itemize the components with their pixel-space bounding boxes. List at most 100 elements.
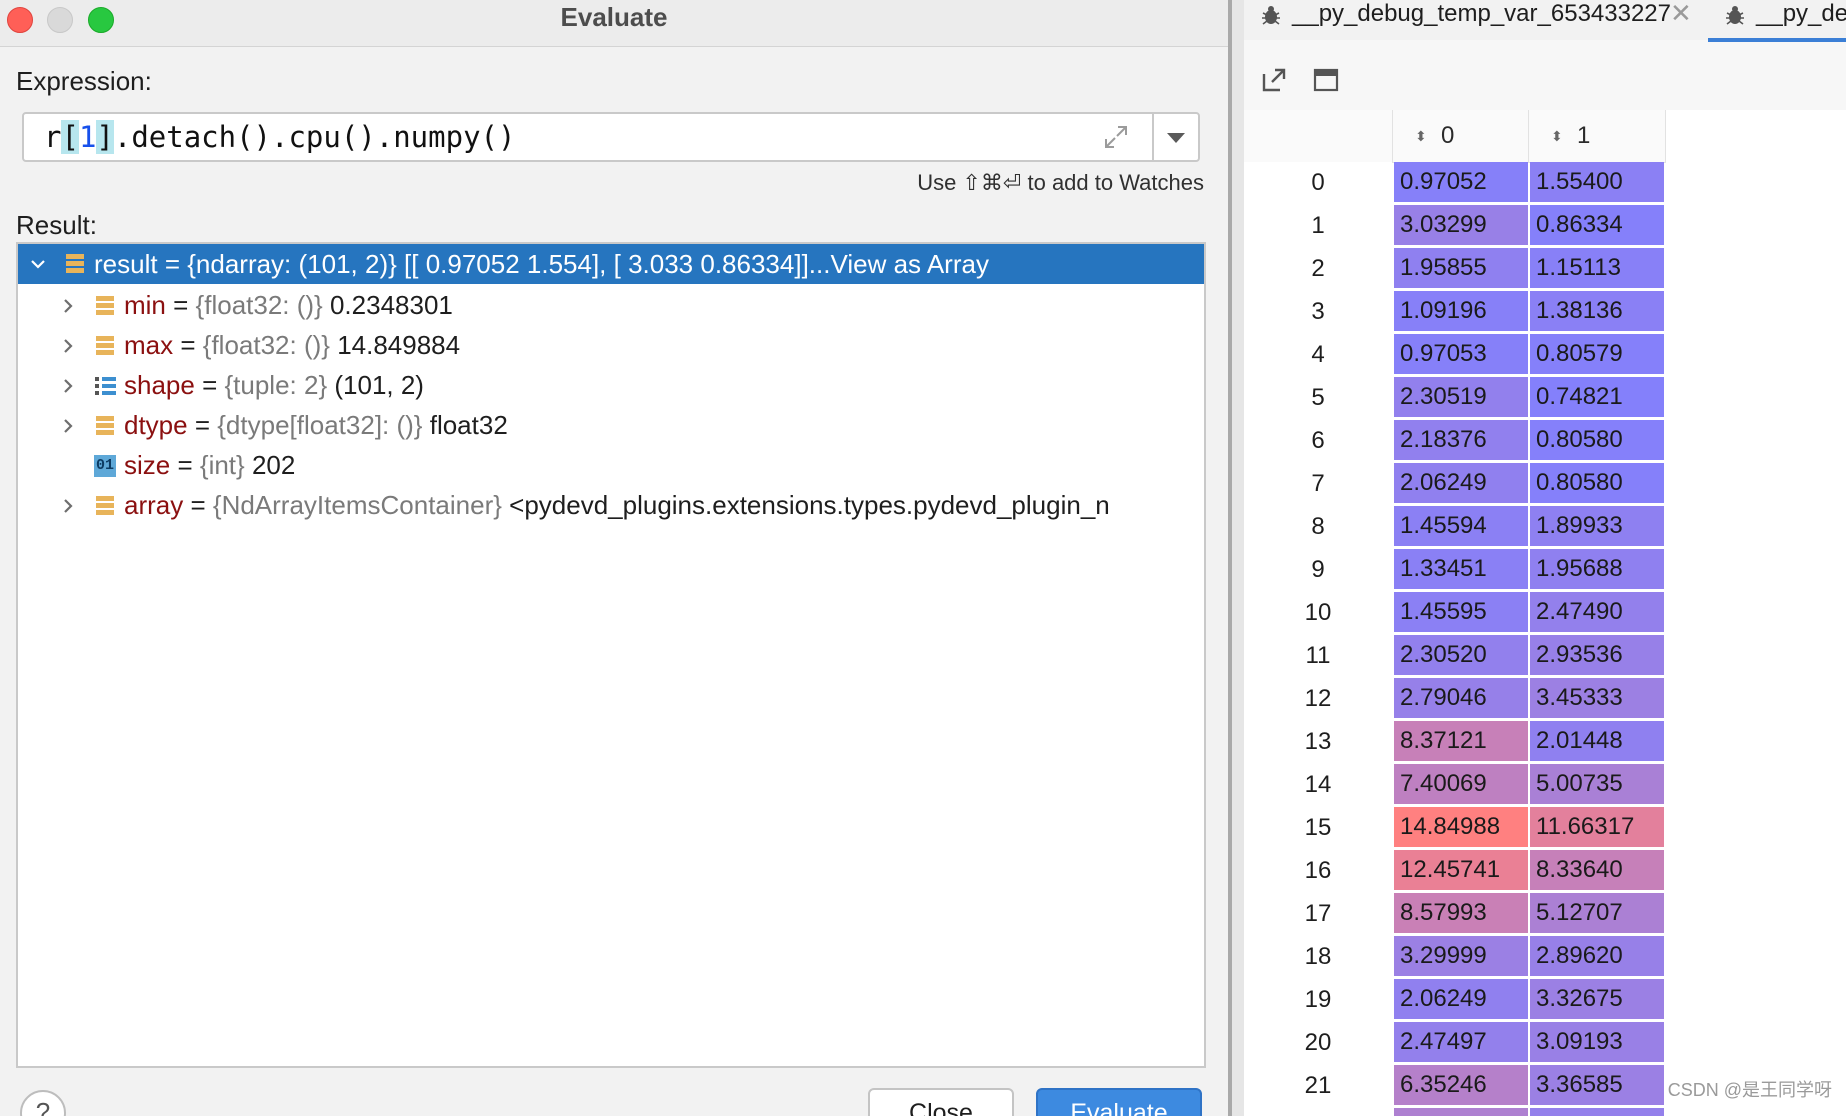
- grid-cell[interactable]: 0.97053: [1394, 334, 1528, 374]
- tree-row-dtype[interactable]: dtype = {dtype[float32]: ()} float32: [18, 406, 1204, 444]
- tree-row-result[interactable]: result = {ndarray: (101, 2)} [[ 0.97052 …: [18, 244, 1204, 284]
- grid-cell[interactable]: 8.33640: [1530, 850, 1664, 890]
- row-index: 9: [1244, 549, 1392, 591]
- grid-cell[interactable]: 0.80579: [1530, 334, 1664, 374]
- chevron-right-icon[interactable]: [58, 376, 78, 396]
- expression-input[interactable]: r[1].detach().cpu().numpy(): [22, 112, 1200, 162]
- variable-value[interactable]: [[ 0.97052 1.554], [ 3.033 0.86334]]...V…: [397, 249, 989, 279]
- grid-cell[interactable]: 2.47490: [1530, 592, 1664, 632]
- grid-cell[interactable]: 3.03299: [1394, 205, 1528, 245]
- grid-cell[interactable]: 1.45594: [1394, 506, 1528, 546]
- result-tree[interactable]: result = {ndarray: (101, 2)} [[ 0.97052 …: [16, 242, 1206, 1068]
- grid-cell[interactable]: 2.06249: [1394, 463, 1528, 503]
- result-label: Result:: [16, 210, 97, 240]
- history-dropdown-button[interactable]: [1152, 114, 1198, 160]
- grid-cell[interactable]: 3.09193: [1530, 1022, 1664, 1062]
- sort-icon[interactable]: ⬍: [1551, 110, 1563, 162]
- tab-close-icon[interactable]: ✕: [1670, 0, 1692, 29]
- bug-icon: [1262, 6, 1280, 25]
- variable-type: {float32: ()}: [202, 330, 330, 360]
- tree-row-array[interactable]: array = {NdArrayItemsContainer} <pydevd_…: [18, 486, 1204, 524]
- grid-cell[interactable]: 12.45741: [1394, 850, 1528, 890]
- tree-row-text: max = {float32: ()} 14.849884: [124, 326, 460, 364]
- grid-cell[interactable]: 0.74821: [1530, 377, 1664, 417]
- grid-cell[interactable]: 7.40069: [1394, 764, 1528, 804]
- equals-sign: =: [194, 370, 225, 400]
- tree-row-size[interactable]: 01 size = {int} 202: [18, 446, 1204, 484]
- title-bar: Evaluate: [0, 0, 1228, 47]
- tree-row-text: result = {ndarray: (101, 2)} [[ 0.97052 …: [94, 244, 989, 284]
- grid-cell[interactable]: 2.79046: [1394, 678, 1528, 718]
- grid-cell[interactable]: 2.89620: [1530, 936, 1664, 976]
- equals-sign: =: [173, 330, 203, 360]
- tab-label: __py_de: [1756, 0, 1846, 27]
- chevron-right-icon[interactable]: [58, 296, 78, 316]
- expression-text[interactable]: r[1].detach().cpu().numpy(): [44, 120, 515, 154]
- chevron-right-icon[interactable]: [58, 496, 78, 516]
- tree-row-shape[interactable]: shape = {tuple: 2} (101, 2): [18, 366, 1204, 404]
- evaluate-button[interactable]: Evaluate: [1036, 1088, 1202, 1116]
- equals-sign: =: [187, 410, 218, 440]
- grid-cell[interactable]: 1.45595: [1394, 592, 1528, 632]
- grid-cell[interactable]: 0.86334: [1530, 205, 1664, 245]
- column-header-1[interactable]: ⬍ 1: [1528, 110, 1666, 162]
- grid-cell[interactable]: 1.33451: [1394, 549, 1528, 589]
- chevron-right-icon[interactable]: [58, 336, 78, 356]
- grid-cell[interactable]: 1.95688: [1530, 549, 1664, 589]
- variable-type: = {ndarray: (101, 2)}: [164, 249, 397, 279]
- grid-cell[interactable]: 2.18376: [1394, 420, 1528, 460]
- grid-cell[interactable]: 2.54206: [1530, 1108, 1664, 1116]
- grid-cell[interactable]: 1.09196: [1394, 291, 1528, 331]
- tree-row-max[interactable]: max = {float32: ()} 14.849884: [18, 326, 1204, 364]
- grid-row: 15 14.84988 11.66317: [1244, 807, 1666, 851]
- array-icon: [96, 416, 114, 435]
- expand-icon[interactable]: [1102, 123, 1130, 151]
- grid-cell[interactable]: 5.00735: [1530, 764, 1664, 804]
- grid-cell[interactable]: 14.84988: [1394, 807, 1528, 847]
- grid-cell[interactable]: 2.47497: [1394, 1022, 1528, 1062]
- grid-cell[interactable]: 2.01448: [1530, 721, 1664, 761]
- grid-cell[interactable]: 1.89933: [1530, 506, 1664, 546]
- int-icon: 01: [94, 455, 116, 477]
- variable-name: shape: [124, 370, 195, 400]
- help-button[interactable]: ?: [20, 1090, 66, 1116]
- variable-value: float32: [422, 410, 508, 440]
- grid-cell[interactable]: 3.32675: [1530, 979, 1664, 1019]
- tab-py-de[interactable]: __py_de: [1708, 0, 1846, 42]
- variable-value: 202: [244, 450, 296, 480]
- grid-cell[interactable]: 5.12707: [1530, 893, 1664, 933]
- sort-icon[interactable]: ⬍: [1415, 110, 1427, 162]
- grid-cell[interactable]: 3.29999: [1394, 936, 1528, 976]
- grid-cell[interactable]: 2.30519: [1394, 377, 1528, 417]
- grid-row: 20 2.47497 3.09193: [1244, 1022, 1666, 1066]
- array-grid[interactable]: ⬍ 0 ⬍ 1 0 0.97052 1.55400 1 3.03299 0.86334 2 1…: [1244, 110, 1846, 1116]
- tree-row-min[interactable]: min = {float32: ()} 0.2348301: [18, 286, 1204, 324]
- grid-cell[interactable]: 2.93536: [1530, 635, 1664, 675]
- grid-cell[interactable]: 1.15113: [1530, 248, 1664, 288]
- grid-cell[interactable]: 2.30520: [1394, 635, 1528, 675]
- grid-cell[interactable]: 3.45333: [1530, 678, 1664, 718]
- tab-debug-temp-var[interactable]: __py_debug_temp_var_653433227 ✕: [1244, 0, 1700, 40]
- grid-cell[interactable]: 1.95855: [1394, 248, 1528, 288]
- viewer-toolbar: [1244, 40, 1846, 110]
- column-header-0[interactable]: ⬍ 0: [1392, 110, 1527, 162]
- grid-cell[interactable]: 8.37121: [1394, 721, 1528, 761]
- chevron-right-icon[interactable]: [58, 416, 78, 436]
- row-index: 15: [1244, 807, 1392, 849]
- grid-cell[interactable]: 3.36585: [1530, 1065, 1664, 1105]
- grid-cell[interactable]: 0.97052: [1394, 162, 1528, 202]
- window-icon[interactable]: [1312, 66, 1340, 94]
- grid-cell[interactable]: 6.35246: [1394, 1065, 1528, 1105]
- row-index: 0: [1244, 162, 1392, 204]
- close-button[interactable]: Close: [868, 1088, 1014, 1116]
- grid-cell[interactable]: 0.80580: [1530, 463, 1664, 503]
- grid-cell[interactable]: 1.55400: [1530, 162, 1664, 202]
- grid-cell[interactable]: 2.06249: [1394, 979, 1528, 1019]
- grid-cell[interactable]: 0.80580: [1530, 420, 1664, 460]
- chevron-down-icon[interactable]: [28, 254, 48, 274]
- open-in-editor-icon[interactable]: [1260, 66, 1288, 94]
- grid-cell[interactable]: 5.52747: [1394, 1108, 1528, 1116]
- grid-cell[interactable]: 1.38136: [1530, 291, 1664, 331]
- grid-cell[interactable]: 11.66317: [1530, 807, 1664, 847]
- grid-cell[interactable]: 8.57993: [1394, 893, 1528, 933]
